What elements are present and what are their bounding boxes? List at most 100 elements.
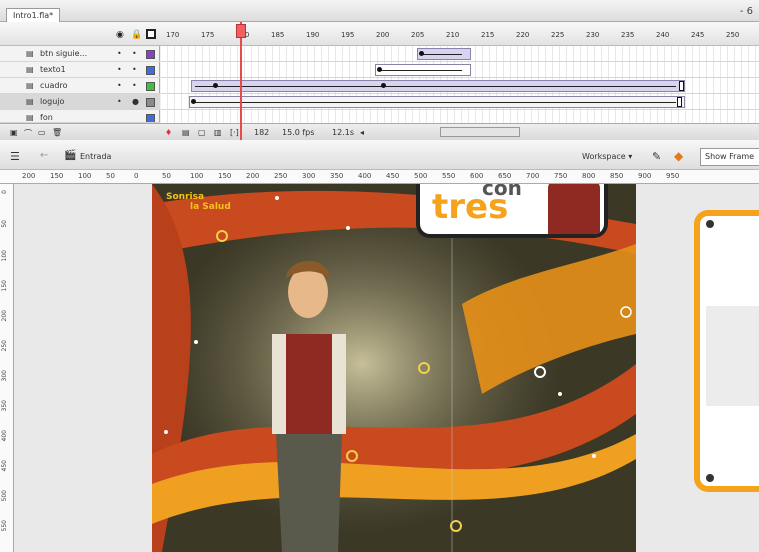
frame-number: 210 <box>446 31 460 39</box>
onion-skin-icon[interactable]: ▤ <box>182 128 190 137</box>
edit-symbols-icon[interactable]: ✎ <box>652 150 661 163</box>
frame-number: 230 <box>586 31 600 39</box>
playhead-handle[interactable] <box>236 24 246 38</box>
layer-row[interactable]: ▤ btn siguie... • • <box>0 46 160 62</box>
ruler-tick-label: 200 <box>1 310 8 322</box>
ruler-tick-label: 400 <box>1 430 8 442</box>
visibility-toggle[interactable]: • <box>117 49 122 58</box>
layer-color-swatch[interactable] <box>146 66 155 75</box>
layer-icon: ▤ <box>26 113 34 122</box>
ruler-tick-label: 350 <box>1 400 8 412</box>
visibility-toggle[interactable]: • <box>117 65 122 74</box>
frame-number: 190 <box>306 31 320 39</box>
add-guide-icon[interactable]: ⌒ <box>24 128 32 139</box>
layer-icon: ▤ <box>26 49 34 58</box>
ruler-tick-label: 250 <box>274 172 288 180</box>
lock-toggle[interactable]: • <box>132 49 137 58</box>
lock-toggle[interactable]: • <box>132 81 137 90</box>
ruler-tick-label: 650 <box>498 172 512 180</box>
playhead[interactable] <box>240 22 242 140</box>
lock-toggle[interactable]: • <box>132 65 137 74</box>
frame-number: 185 <box>271 31 285 39</box>
layer-name: logujo <box>40 97 65 106</box>
document-tab[interactable]: Intro1.fla* <box>6 8 61 22</box>
card-panel <box>706 306 759 406</box>
ruler-tick-label: 150 <box>218 172 232 180</box>
ruler-tick-label: 500 <box>414 172 428 180</box>
motion-tween[interactable] <box>191 80 685 92</box>
ruler-tick-label: 100 <box>190 172 204 180</box>
zoom-select[interactable]: Show Frame <box>700 148 759 166</box>
motion-tween[interactable] <box>417 48 471 60</box>
frame-span[interactable] <box>375 64 471 76</box>
ruler-tick-label: 50 <box>1 220 8 228</box>
ruler-tick-label: 200 <box>22 172 36 180</box>
frame-number: 235 <box>621 31 635 39</box>
back-arrow-icon[interactable]: ← <box>40 150 48 161</box>
stage-artwork <box>152 184 636 552</box>
window-controls[interactable]: - 6 <box>740 6 753 17</box>
frame-number: 245 <box>691 31 705 39</box>
offstage-card[interactable] <box>694 210 759 492</box>
add-layer-icon[interactable]: ▣ <box>10 128 18 137</box>
scroll-left-icon[interactable]: ◂ <box>360 128 364 137</box>
keyframe[interactable] <box>419 51 424 56</box>
timeline-toggle-icon[interactable]: ☰ <box>10 150 20 163</box>
edit-scene-icon[interactable]: ◆ <box>674 149 683 163</box>
keyframe[interactable] <box>377 67 382 72</box>
banner-word-tres: tres <box>432 187 509 227</box>
banner-card[interactable]: con tres <box>416 184 608 238</box>
keyframe[interactable] <box>381 83 386 88</box>
onion-outline-icon[interactable]: ▢ <box>198 128 206 137</box>
lock-icon[interactable]: ● <box>132 97 139 106</box>
scene-name[interactable]: Entrada <box>80 152 111 161</box>
frame-span[interactable] <box>189 96 685 108</box>
ruler-tick-label: 50 <box>106 172 115 180</box>
ruler-tick-label: 100 <box>78 172 92 180</box>
keyframe[interactable] <box>191 99 196 104</box>
frame-row[interactable] <box>161 78 759 94</box>
frame-row[interactable] <box>161 94 759 110</box>
layer-color-swatch[interactable] <box>146 50 155 59</box>
frame-number: 200 <box>376 31 390 39</box>
lock-icon[interactable]: 🔒 <box>131 30 142 40</box>
frame-row[interactable] <box>161 62 759 78</box>
end-frame[interactable] <box>677 97 682 107</box>
visibility-toggle[interactable]: • <box>117 97 122 106</box>
visibility-toggle[interactable]: • <box>117 81 122 90</box>
add-folder-icon[interactable]: ▭ <box>38 128 46 137</box>
layer-row[interactable]: ▤ logujo • ● <box>0 94 160 110</box>
onion-markers-icon[interactable]: [·] <box>230 128 239 137</box>
ruler-tick-label: 800 <box>582 172 596 180</box>
workspace-menu[interactable]: Workspace ▾ <box>582 152 632 161</box>
end-frame[interactable] <box>679 81 684 91</box>
edit-multiple-icon[interactable]: ▥ <box>214 128 222 137</box>
frame-number: 220 <box>516 31 530 39</box>
timeline-panel: ◉ 🔒 170175180185190195200205210215220225… <box>0 22 759 140</box>
card-rivet-icon <box>706 474 714 482</box>
timeline-scrollbar[interactable] <box>440 127 520 137</box>
layer-row[interactable]: ▤ texto1 • • <box>0 62 160 78</box>
layer-list: ▤ btn siguie... • • ▤ texto1 • • ▤ cuadr… <box>0 46 160 123</box>
layer-icon: ▤ <box>26 81 34 90</box>
layer-color-swatch[interactable] <box>146 82 155 91</box>
ruler-tick-label: 0 <box>134 172 139 180</box>
ruler-tick-label: 550 <box>442 172 456 180</box>
eye-icon[interactable]: ◉ <box>116 30 124 40</box>
frame-row[interactable] <box>161 46 759 62</box>
layer-row[interactable]: ▤ cuadro • • <box>0 78 160 94</box>
ruler-tick-label: 0 <box>1 190 8 194</box>
keyframe[interactable] <box>213 83 218 88</box>
document-tab-bar: Intro1.fla* - 6 <box>0 0 759 22</box>
frame-grid[interactable] <box>161 46 759 123</box>
layer-color-swatch[interactable] <box>146 98 155 107</box>
layer-color-swatch[interactable] <box>146 114 155 122</box>
frame-ruler[interactable]: 1701751801851901952002052102152202252302… <box>160 22 759 46</box>
layer-row[interactable]: ▤ fon <box>0 110 160 123</box>
center-frame-icon[interactable]: ♦ <box>165 128 172 137</box>
outline-icon[interactable] <box>146 29 156 39</box>
ruler-tick-label: 450 <box>386 172 400 180</box>
frame-number: 250 <box>726 31 740 39</box>
stage[interactable]: Sonrisa la Salud con tres <box>152 184 636 552</box>
delete-layer-icon[interactable]: 🗑 <box>52 128 62 137</box>
